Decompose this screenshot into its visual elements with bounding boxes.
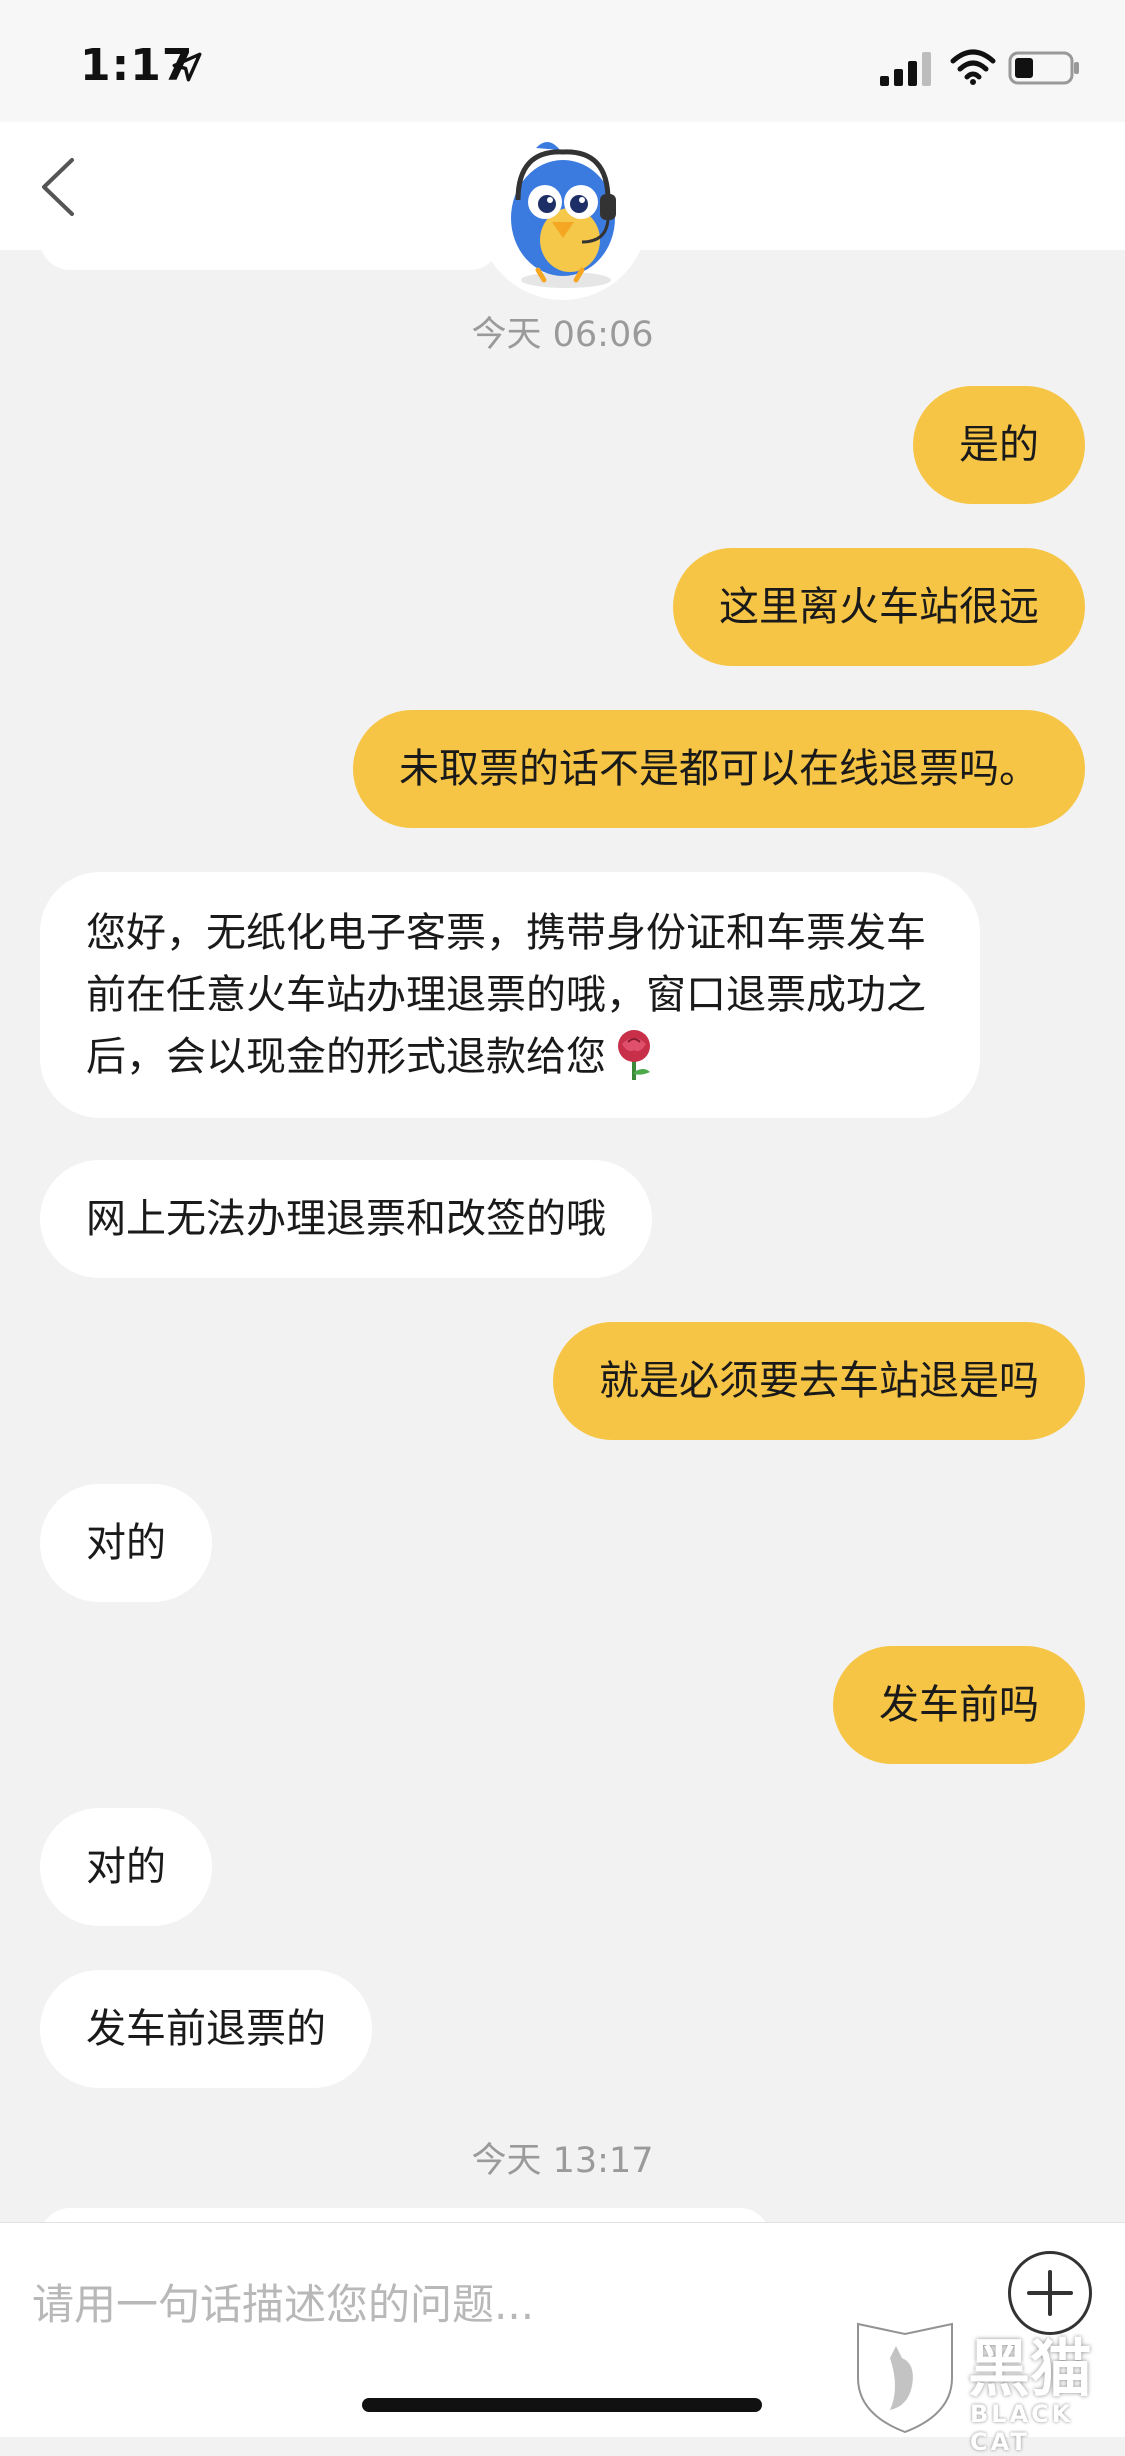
agent-message-bubble[interactable]: 网上无法办理退票和改签的哦 — [40, 1160, 652, 1278]
agent-message-bubble[interactable]: 您好，无纸化电子客票，携带身份证和车票发车前在任意火车站办理退票的哦，窗口退票成… — [40, 872, 980, 1118]
cellular-signal-icon — [880, 52, 931, 86]
bird-mascot-icon — [511, 141, 616, 288]
chat-timestamp: 今天 06:06 — [471, 315, 654, 355]
home-indicator[interactable] — [362, 2398, 762, 2412]
agent-message-bubble[interactable]: 发车前退票的 — [40, 1970, 372, 2088]
agent-message-bubble[interactable]: 对的 — [40, 1484, 212, 1602]
message-input[interactable] — [30, 2263, 974, 2345]
watermark-text: 黑猫 — [968, 2332, 1093, 2405]
rose-icon — [618, 1030, 650, 1080]
user-message-bubble[interactable]: 发车前吗 — [833, 1646, 1085, 1764]
agent-message-bubble[interactable]: 对的 — [40, 1808, 212, 1926]
user-message-bubble[interactable]: 这里离火车站很远 — [673, 548, 1085, 666]
location-arrow-icon — [172, 52, 202, 82]
back-chevron-icon[interactable] — [30, 152, 90, 222]
status-bar: 1:17 — [0, 0, 1125, 122]
user-message-bubble[interactable]: 是的 — [913, 386, 1085, 504]
previous-message-edge — [40, 230, 500, 270]
black-cat-watermark: 黑猫 BLACK CAT — [850, 2318, 1120, 2456]
chat-timestamp: 今天 13:17 — [471, 2141, 654, 2181]
watermark-subtext: BLACK CAT — [970, 2400, 1074, 2456]
cat-shield-logo-icon — [857, 2322, 953, 2434]
agent-message-text: 您好，无纸化电子客票，携带身份证和车票发车前在任意火车站办理退票的哦，窗口退票成… — [86, 910, 926, 1080]
battery-icon — [1008, 51, 1079, 85]
user-message-bubble[interactable]: 就是必须要去车站退是吗 — [553, 1322, 1085, 1440]
user-message-bubble[interactable]: 未取票的话不是都可以在线退票吗。 — [353, 710, 1085, 828]
agent-avatar[interactable] — [478, 130, 648, 300]
wifi-icon — [950, 49, 996, 85]
